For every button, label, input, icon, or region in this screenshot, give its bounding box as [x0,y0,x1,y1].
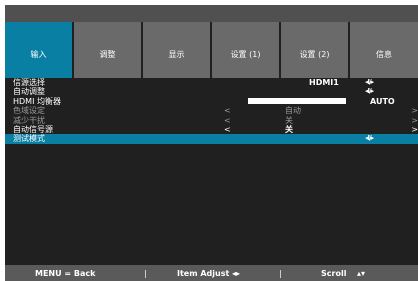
right-arrow-icon[interactable]: > [411,125,418,134]
tab-info[interactable]: 信息 [350,22,418,78]
row-hdmi-equalizer[interactable]: HDMI 均衡器 AUTO [5,97,418,106]
tab-adjust[interactable]: 调整 [74,22,141,78]
menu-rows: 信源选择 HDMI1 ◂I/▸ 自动调整 ◂I/▸ HDMI 均衡器 AUTO … [5,78,418,144]
tab-display[interactable]: 显示 [143,22,210,78]
left-arrow-icon[interactable]: < [224,125,231,134]
right-arrow-icon: > [411,106,418,116]
menu-tabs: 输入 调整 显示 设置 (1) 设置 (2) 信息 [5,22,418,78]
title-bar [5,5,418,22]
footer-separator: | [279,269,282,278]
left-arrow-icon: < [224,106,231,116]
row-label: 减少干扰 [13,115,45,125]
color-space-value: 自动 [285,106,301,116]
row-label: HDMI 均衡器 [13,96,61,106]
footer-help-bar: MENU = Back | Item Adjust ◂▸ | Scroll ▴▾ [5,265,418,281]
up-down-arrows-icon: ▴▾ [357,269,366,278]
footer-separator: | [144,269,147,278]
row-test-pattern[interactable]: 测试模式 ◂I/▸ [5,134,418,144]
tab-settings-1[interactable]: 设置 (1) [212,22,279,78]
equalizer-value: AUTO [370,96,395,106]
left-right-arrows-icon: ◂▸ [232,269,241,278]
row-label: 测试模式 [13,134,45,144]
row-color-space: 色域设定 < 自动 > [5,106,418,115]
row-label: 信源选择 [13,78,45,87]
equalizer-slider-bar[interactable] [248,98,346,105]
row-noise-reduction: 减少干扰 < 关 > [5,116,418,125]
menu-back-hint: MENU = Back [35,269,96,278]
row-label: 自动信号源 [13,124,53,134]
row-auto-signal-source[interactable]: 自动信号源 < 关 > [5,125,418,134]
source-value: HDMI1 [309,78,339,87]
enter-adjust-icon[interactable]: ◂I/▸ [365,78,374,87]
scroll-hint: Scroll [321,269,347,278]
row-auto-adjust[interactable]: 自动调整 ◂I/▸ [5,87,418,96]
osd-menu: 输入 调整 显示 设置 (1) 设置 (2) 信息 信源选择 HDMI1 ◂I/… [5,5,418,281]
left-arrow-icon: < [224,115,231,125]
noise-reduction-value: 关 [285,115,293,125]
tab-settings-2[interactable]: 设置 (2) [281,22,348,78]
auto-signal-value: 关 [285,124,293,134]
tab-input[interactable]: 输入 [5,22,72,78]
item-adjust-hint: Item Adjust [177,269,230,278]
row-label: 色域设定 [13,106,45,116]
row-label: 自动调整 [13,87,45,97]
right-arrow-icon: > [411,115,418,125]
enter-adjust-icon[interactable]: ◂I/▸ [365,87,374,96]
row-source-select[interactable]: 信源选择 HDMI1 ◂I/▸ [5,78,418,87]
enter-adjust-icon[interactable]: ◂I/▸ [365,134,374,143]
